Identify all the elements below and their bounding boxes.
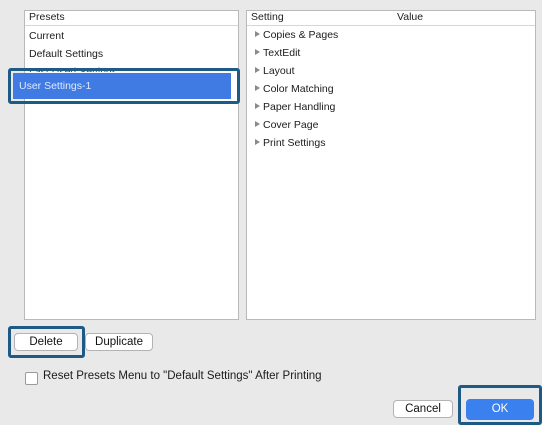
setting-row-cover-page[interactable]: Cover Page: [255, 119, 318, 131]
setting-label: Color Matching: [263, 83, 334, 95]
setting-label: Copies & Pages: [263, 29, 339, 41]
settings-list[interactable]: Setting Value Copies & Pages TextEdit La…: [246, 10, 536, 320]
delete-button[interactable]: Delete: [14, 333, 78, 351]
disclosure-triangle-icon[interactable]: [255, 103, 260, 110]
setting-label: Print Settings: [263, 137, 326, 149]
disclosure-triangle-icon[interactable]: [255, 139, 260, 146]
value-column-label: Value: [397, 11, 424, 23]
disclosure-triangle-icon[interactable]: [255, 67, 260, 74]
setting-row-layout[interactable]: Layout: [255, 65, 295, 77]
duplicate-button[interactable]: Duplicate: [85, 333, 153, 351]
settings-column-header: Setting Value: [247, 11, 535, 26]
setting-label: Paper Handling: [263, 101, 336, 113]
disclosure-triangle-icon[interactable]: [255, 49, 260, 56]
preset-item-user-settings-1[interactable]: User Settings-1: [13, 73, 231, 99]
setting-label: Layout: [263, 65, 295, 77]
setting-column-label: Setting: [251, 11, 284, 23]
preset-item-default-settings[interactable]: Default Settings: [29, 48, 103, 60]
presets-list[interactable]: Presets Current Default Settings Last Us…: [24, 10, 239, 320]
setting-label: Cover Page: [263, 119, 319, 131]
ok-button[interactable]: OK: [466, 399, 534, 420]
setting-row-color-matching[interactable]: Color Matching: [255, 83, 334, 95]
setting-row-print-settings[interactable]: Print Settings: [255, 137, 325, 149]
cancel-button[interactable]: Cancel: [393, 400, 453, 418]
preset-item-last-used[interactable]: Last Used Settings: [29, 66, 117, 72]
setting-row-copies-pages[interactable]: Copies & Pages: [255, 29, 338, 41]
reset-presets-label: Reset Presets Menu to "Default Settings"…: [43, 370, 322, 382]
disclosure-triangle-icon[interactable]: [255, 31, 260, 38]
presets-column-header: Presets: [25, 11, 238, 26]
setting-label: TextEdit: [263, 47, 301, 59]
reset-presets-checkbox[interactable]: [25, 372, 38, 385]
setting-row-paper-handling[interactable]: Paper Handling: [255, 101, 335, 113]
disclosure-triangle-icon[interactable]: [255, 85, 260, 92]
preset-item-current[interactable]: Current: [29, 30, 64, 42]
setting-row-textedit[interactable]: TextEdit: [255, 47, 300, 59]
disclosure-triangle-icon[interactable]: [255, 121, 260, 128]
